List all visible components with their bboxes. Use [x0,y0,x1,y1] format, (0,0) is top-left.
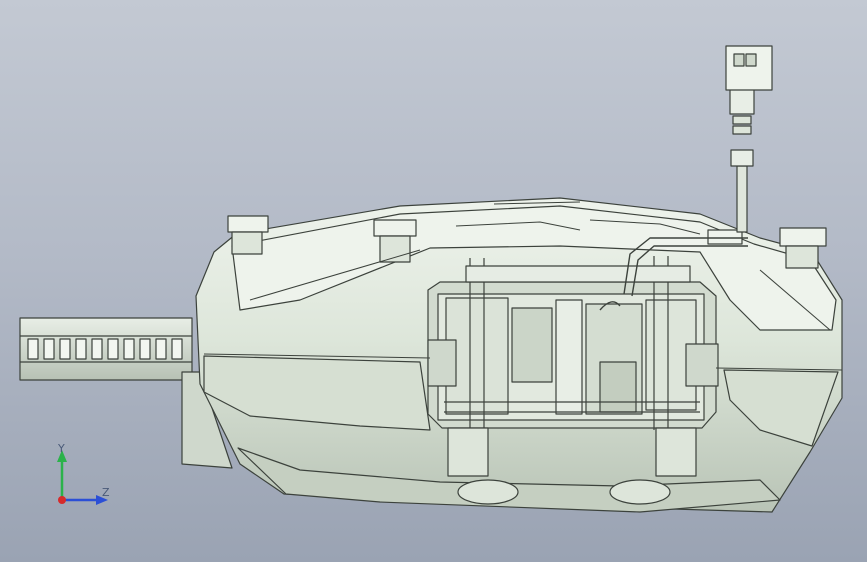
3d-model-viewport[interactable]: Y Z [0,0,867,562]
bolt-right [779,227,827,269]
axis-y-label: Y [58,442,65,455]
bolt-mid-left [373,219,417,263]
axis-z-label: Z [102,486,110,499]
coordinate-triad [57,450,108,505]
sensor-cable [725,45,773,233]
brake-caliper-model[interactable] [0,0,867,562]
brake-disc [19,317,193,381]
bolt-left [227,215,269,255]
